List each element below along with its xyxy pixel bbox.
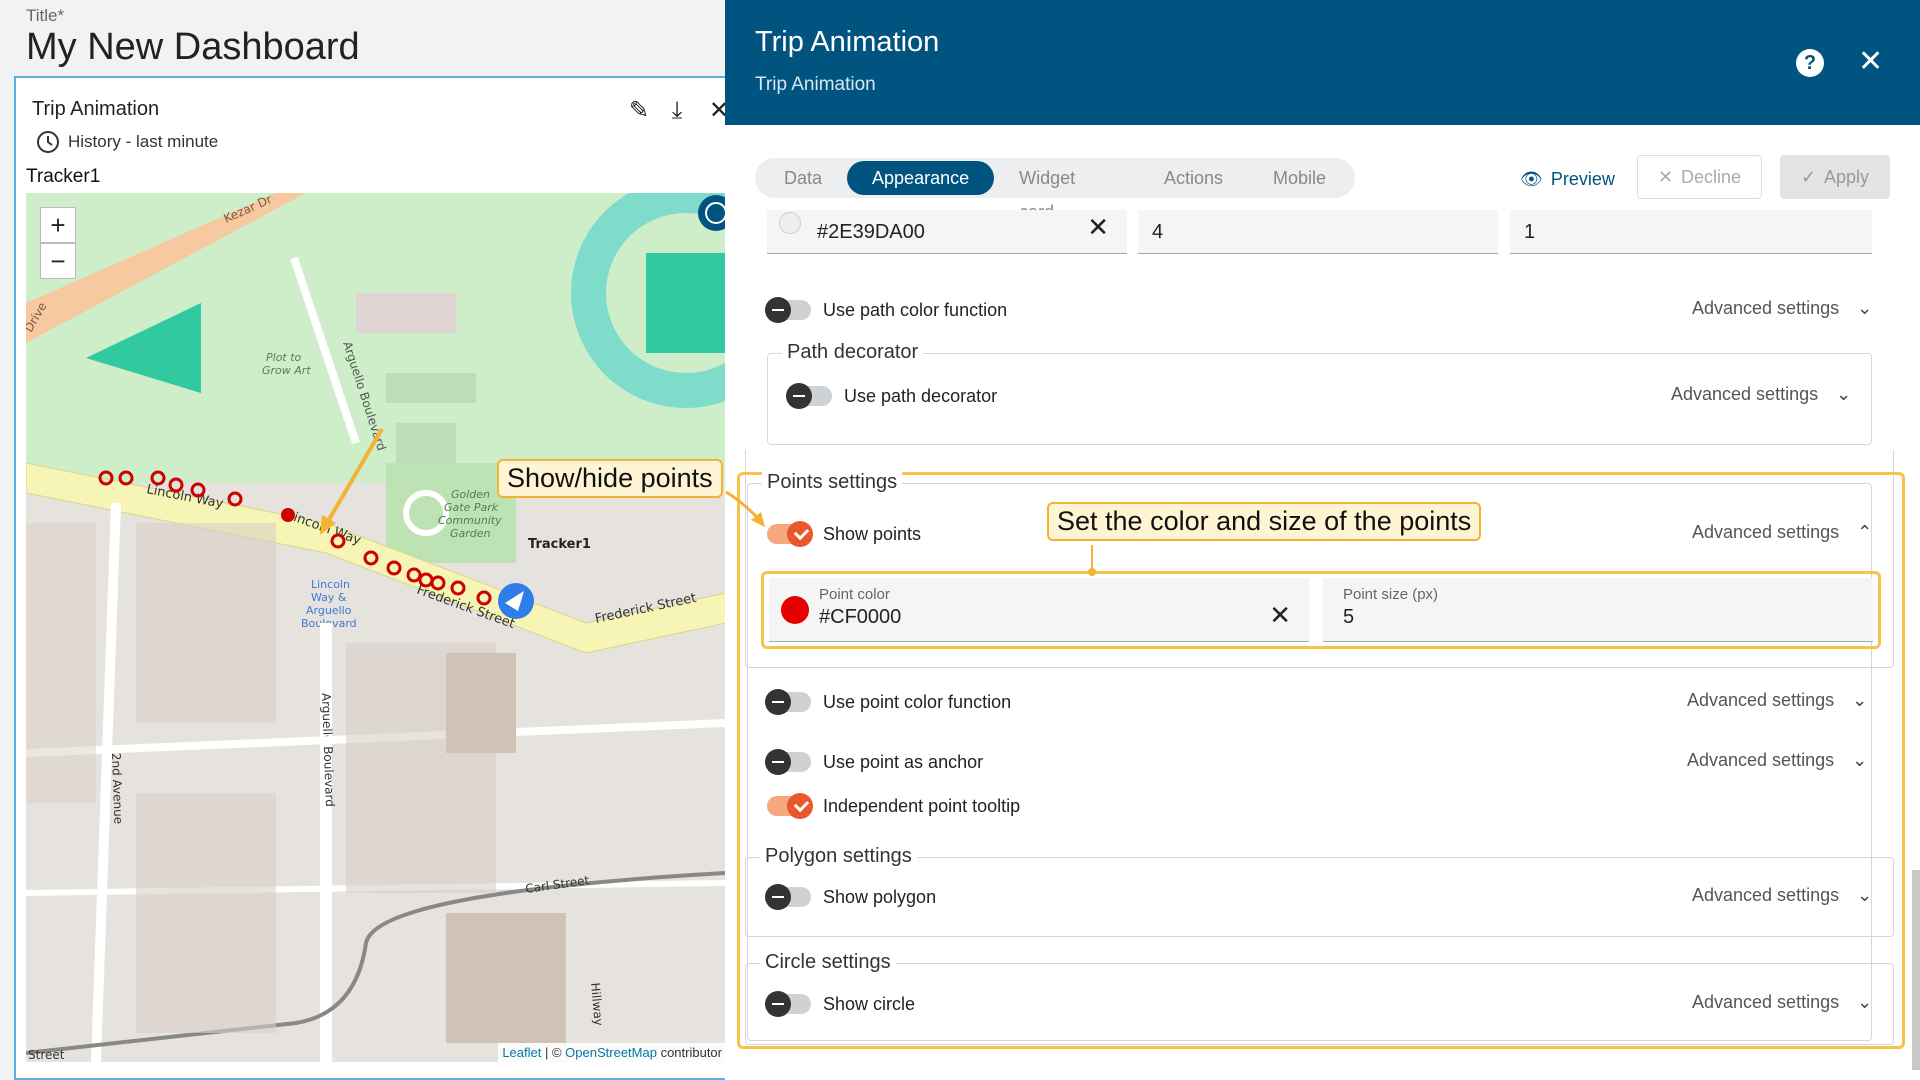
history-timewindow[interactable]: History - last minute [36, 130, 218, 154]
map-label-golden2: Gate Park [444, 501, 499, 514]
history-label: History - last minute [68, 132, 219, 151]
clock-icon [37, 131, 59, 153]
map-label-grow: Grow Art [262, 364, 311, 377]
close-icon[interactable]: ✕ [706, 98, 725, 124]
trip-map[interactable]: Kezar Dr Drive Plot to Grow Art Arguello… [26, 193, 725, 1062]
map-label-second: 2nd Avenue [109, 753, 125, 825]
zoom-in-button[interactable]: + [40, 207, 76, 243]
callout-connectors [725, 490, 1096, 576]
map-canvas: Kezar Dr Drive Plot to Grow Art Arguello… [26, 193, 725, 1062]
map-label-stop1: Lincoln [311, 578, 350, 591]
leaflet-link[interactable]: Leaflet [502, 1045, 541, 1060]
map-label-street: Street [28, 1048, 65, 1062]
map-label-plot: Plot to [266, 351, 302, 364]
map-attribution: Leaflet | © OpenStreetMap contributor [498, 1043, 725, 1062]
map-label-tracker: Tracker1 [528, 537, 591, 552]
map-label-stop2: Way & [311, 591, 347, 604]
map-label-stop3: Arguello [306, 604, 352, 617]
scrollbar-thumb[interactable] [1912, 870, 1920, 1070]
tracker-label: Tracker1 [26, 166, 101, 187]
map-label-golden1: Golden [451, 488, 490, 501]
map-label-golden4: Garden [450, 527, 491, 540]
edit-icon[interactable]: ✎ [626, 98, 652, 124]
widget-title: Trip Animation [32, 98, 160, 120]
osm-link[interactable]: OpenStreetMap [565, 1045, 657, 1060]
map-label-golden3: Community [438, 514, 502, 527]
zoom-out-button[interactable]: − [40, 243, 76, 279]
callout-show-hide-points: Show/hide points [497, 459, 723, 498]
dashboard-title[interactable]: My New Dashboard [26, 26, 360, 69]
title-label: Title* [26, 6, 65, 25]
settings-panel: Trip Animation Trip Animation ? ✕ Data A… [725, 0, 1920, 1080]
dashboard: Title* My New Dashboard Trip Animation ✎… [0, 0, 725, 1080]
download-icon[interactable]: ⤓ [664, 98, 690, 124]
trip-animation-widget: Trip Animation ✎ ⤓ ✕ History - last minu… [14, 76, 725, 1080]
